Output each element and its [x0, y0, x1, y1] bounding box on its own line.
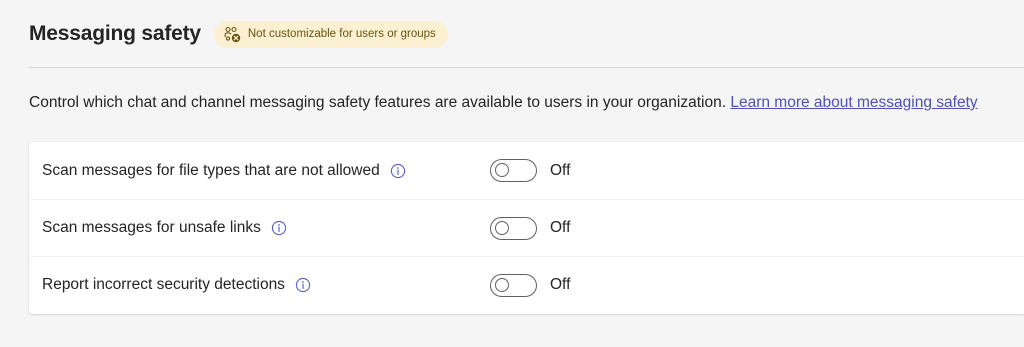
setting-row-unsafe-links: Scan messages for unsafe links Off	[29, 199, 1024, 256]
file-types-toggle[interactable]	[490, 159, 537, 182]
toggle-state-label: Off	[550, 276, 571, 293]
toggle-knob	[495, 277, 509, 292]
status-badge: Not customizable for users or groups	[213, 20, 448, 48]
toggle-knob	[495, 163, 509, 177]
info-icon[interactable]	[295, 277, 311, 293]
setting-row-report-detections: Report incorrect security detections Off	[29, 256, 1024, 313]
setting-row-file-types: Scan messages for file types that are no…	[29, 142, 1024, 199]
people-blocked-icon	[224, 26, 241, 43]
header-divider	[29, 67, 1024, 68]
description-text: Control which chat and channel messaging…	[29, 94, 727, 111]
badge-text: Not customizable for users or groups	[247, 28, 436, 40]
setting-label-container: Scan messages for unsafe links	[42, 219, 287, 237]
setting-label: Report incorrect security detections	[42, 276, 285, 293]
info-icon[interactable]	[271, 220, 287, 236]
setting-label-container: Report incorrect security detections	[42, 276, 311, 294]
settings-card: Scan messages for file types that are no…	[29, 142, 1024, 314]
setting-label: Scan messages for unsafe links	[42, 219, 261, 236]
page-title: Messaging safety	[29, 22, 201, 45]
section-header: Messaging safety Not customizable for us…	[29, 18, 448, 50]
setting-label: Scan messages for file types that are no…	[42, 161, 380, 179]
report-detections-toggle[interactable]	[490, 273, 537, 297]
toggle-state-label: Off	[550, 219, 571, 236]
toggle-state-label: Off	[550, 161, 571, 179]
info-icon[interactable]	[390, 163, 406, 179]
messaging-safety-page: Messaging safety Not customizable for us…	[0, 0, 1024, 347]
toggle-knob	[495, 220, 509, 235]
learn-more-link[interactable]: Learn more about messaging safety	[730, 94, 977, 111]
section-description: Control which chat and channel messaging…	[29, 94, 978, 112]
setting-label-container: Scan messages for file types that are no…	[42, 162, 406, 180]
unsafe-links-toggle[interactable]	[490, 216, 537, 240]
